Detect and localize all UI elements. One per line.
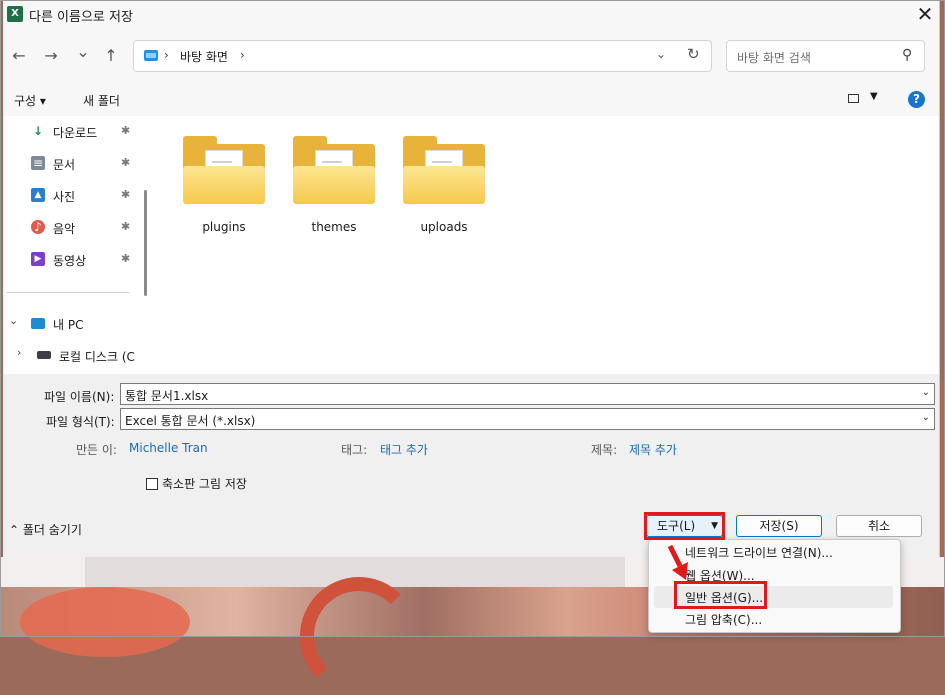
sidebar-item-label: 다운로드: [53, 126, 98, 140]
chevron-down-icon[interactable]: ⌄: [922, 412, 930, 423]
filetype-select[interactable]: Excel 통합 문서 (*.xlsx) ⌄: [120, 408, 935, 430]
command-bar: 구성 ▾ 새 폴더 ▼ ?: [3, 84, 939, 116]
chevron-down-icon: ▼: [711, 521, 718, 531]
pin-icon: ✱: [121, 124, 131, 137]
up-button[interactable]: ↑: [101, 46, 121, 66]
view-dropdown-icon[interactable]: ▼: [870, 91, 878, 102]
folder-item[interactable]: themes: [289, 136, 379, 241]
pin-icon: ✱: [121, 252, 131, 265]
window-title: 다른 이름으로 저장: [29, 10, 133, 25]
filename-field[interactable]: 통합 문서1.xlsx ⌄: [120, 383, 935, 405]
file-list: plugins themes uploads: [151, 116, 939, 374]
pictures-icon: ▲: [31, 188, 45, 202]
pin-icon: ✱: [121, 220, 131, 233]
sidebar-item-videos[interactable]: ▶ 동영상 ✱: [31, 250, 149, 270]
cancel-button[interactable]: 취소: [836, 515, 922, 537]
sidebar-item-label: 음악: [53, 222, 76, 236]
filetype-value: Excel 통합 문서 (*.xlsx): [125, 414, 256, 428]
music-icon: ♪: [31, 220, 45, 234]
address-dropdown-icon[interactable]: ⌄: [656, 47, 666, 61]
document-icon: ≡: [31, 156, 45, 170]
folder-item[interactable]: uploads: [399, 136, 489, 241]
sidebar-scrollbar[interactable]: [144, 190, 147, 296]
filename-label: 파일 이름(N):: [44, 390, 115, 404]
video-icon: ▶: [31, 252, 45, 266]
folder-front: [293, 166, 375, 204]
sidebar-item-pictures[interactable]: ▲ 사진 ✱: [31, 186, 149, 206]
expand-this-pc-icon[interactable]: ⌄: [9, 314, 18, 327]
thumbnail-label[interactable]: 축소판 그림 저장: [162, 475, 247, 492]
sidebar-item-this-pc[interactable]: 내 PC: [31, 314, 149, 334]
title-meta-value[interactable]: 제목 추가: [629, 441, 677, 458]
chevron-down-icon[interactable]: ⌄: [922, 387, 930, 398]
breadcrumb-desktop[interactable]: 바탕 화면: [180, 48, 228, 65]
organize-button[interactable]: 구성 ▾: [14, 92, 46, 109]
pin-icon: ✱: [121, 156, 131, 169]
sidebar-item-label: 사진: [53, 190, 76, 204]
folder-name: plugins: [202, 220, 246, 234]
recent-locations-button[interactable]: ⌄: [73, 42, 93, 62]
folder-item[interactable]: plugins: [179, 136, 269, 241]
save-form: 파일 이름(N): 통합 문서1.xlsx ⌄ 파일 형식(T): Excel …: [3, 374, 939, 498]
folder-front: [403, 166, 485, 204]
sidebar-divider: [7, 292, 129, 293]
expand-local-disk-icon[interactable]: ›: [17, 346, 21, 359]
tags-value[interactable]: 태그 추가: [380, 441, 428, 458]
sidebar-item-label: 문서: [53, 158, 76, 172]
sidebar-item-documents[interactable]: ≡ 문서 ✱: [31, 154, 149, 174]
sidebar-item-label: 로컬 디스크 (C: [59, 350, 135, 364]
tags-label: 태그:: [341, 443, 368, 457]
filetype-label: 파일 형식(T):: [46, 415, 115, 429]
filename-value: 통합 문서1.xlsx: [125, 389, 209, 403]
excel-icon: X: [7, 6, 23, 22]
save-button[interactable]: 저장(S): [736, 515, 822, 537]
sidebar-item-music[interactable]: ♪ 음악 ✱: [31, 218, 149, 238]
hide-folders-button[interactable]: ⌃ 폴더 숨기기: [9, 521, 82, 538]
pin-icon: ✱: [121, 188, 131, 201]
download-icon: ↓: [32, 124, 44, 138]
sidebar-item-label: 동영상: [53, 254, 87, 268]
breadcrumb-separator[interactable]: ›: [240, 48, 245, 62]
sidebar-item-label: 내 PC: [53, 318, 84, 332]
address-bar[interactable]: › 바탕 화면 › ⌄ ↻: [133, 40, 712, 72]
sidebar-item-downloads[interactable]: ↓ 다운로드 ✱: [31, 122, 149, 142]
close-button[interactable]: ✕: [911, 2, 939, 28]
folder-front: [183, 166, 265, 204]
help-icon[interactable]: ?: [908, 91, 925, 108]
navigation-bar: ← → ⌄ ↑ › 바탕 화면 › ⌄ ↻ 바탕 화면 검색 ⚲: [3, 30, 939, 84]
computer-icon: [31, 318, 45, 329]
search-icon: ⚲: [902, 47, 913, 63]
desktop-icon: [144, 50, 158, 61]
drive-icon: [37, 351, 51, 359]
tools-button[interactable]: 도구(L) ▼: [646, 515, 723, 537]
search-input[interactable]: 바탕 화면 검색 ⚲: [726, 40, 925, 72]
navigation-pane: ↓ 다운로드 ✱ ≡ 문서 ✱ ▲ 사진 ✱ ♪ 음악 ✱ ▶ 동영상 ✱ ⌄: [3, 116, 151, 374]
tools-label: 도구(L): [657, 519, 696, 533]
breadcrumb-separator: ›: [164, 48, 169, 62]
background-flamingo-1: [20, 587, 190, 657]
folder-name: themes: [311, 220, 357, 234]
menu-item-compress-pictures[interactable]: 그림 압축(C)...: [685, 611, 762, 628]
forward-button[interactable]: →: [41, 46, 61, 66]
back-button[interactable]: ←: [9, 46, 29, 66]
refresh-icon[interactable]: ↻: [687, 45, 700, 63]
thumbnail-checkbox[interactable]: [146, 478, 158, 490]
view-icon[interactable]: [848, 94, 859, 103]
save-as-dialog: X 다른 이름으로 저장 ✕ ← → ⌄ ↑ › 바탕 화면 › ⌄ ↻ 바탕 …: [3, 0, 940, 557]
new-folder-button[interactable]: 새 폴더: [83, 92, 120, 109]
menu-item-general-options[interactable]: 일반 옵션(G)...: [685, 589, 763, 606]
author-label: 만든 이:: [76, 443, 117, 457]
search-placeholder: 바탕 화면 검색: [737, 51, 811, 65]
title-bar: X 다른 이름으로 저장 ✕: [3, 0, 939, 30]
author-value[interactable]: Michelle Tran: [129, 441, 208, 455]
sidebar-item-local-disk[interactable]: 로컬 디스크 (C: [37, 346, 155, 366]
background-flamingo-2: [300, 577, 418, 695]
folder-name: uploads: [420, 220, 468, 234]
menu-item-map-network-drive[interactable]: 네트워크 드라이브 연결(N)...: [685, 544, 833, 561]
annotation-arrow-icon: [667, 544, 688, 580]
title-meta-label: 제목:: [591, 443, 618, 457]
